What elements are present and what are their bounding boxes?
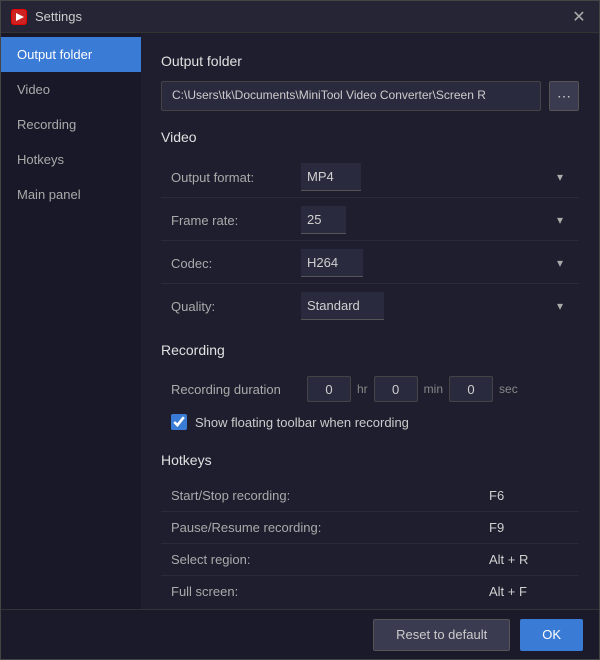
frame-rate-row: Frame rate: 1520253060 <box>161 200 579 241</box>
duration-hr-input[interactable] <box>307 376 351 402</box>
video-section-title: Video <box>161 129 579 145</box>
reset-to-default-button[interactable]: Reset to default <box>373 619 510 651</box>
hotkey-full-screen-label: Full screen: <box>171 584 489 599</box>
output-folder-title: Output folder <box>161 53 579 69</box>
recording-section: Recording Recording duration hr min sec … <box>161 342 579 436</box>
quality-label: Quality: <box>171 299 301 314</box>
hr-unit: hr <box>357 382 368 396</box>
main-content: Output folder C:\Users\tk\Documents\Mini… <box>141 33 599 609</box>
frame-rate-select-wrapper: 1520253060 <box>301 206 569 234</box>
hotkey-select-region: Select region: Alt + R <box>161 544 579 576</box>
footer: Reset to default OK <box>1 609 599 659</box>
title-bar: Settings ✕ <box>1 1 599 33</box>
frame-rate-label: Frame rate: <box>171 213 301 228</box>
sidebar-item-main-panel[interactable]: Main panel <box>1 177 141 212</box>
floating-toolbar-label: Show floating toolbar when recording <box>195 415 409 430</box>
duration-label: Recording duration <box>171 382 301 397</box>
frame-rate-select[interactable]: 1520253060 <box>301 206 346 234</box>
output-folder-row: C:\Users\tk\Documents\MiniTool Video Con… <box>161 81 579 111</box>
sidebar-item-recording[interactable]: Recording <box>1 107 141 142</box>
hotkeys-section-title: Hotkeys <box>161 452 579 468</box>
quality-row: Quality: LowStandardHigh <box>161 286 579 326</box>
hotkey-start-stop-value: F6 <box>489 488 569 503</box>
quality-select-wrapper: LowStandardHigh <box>301 292 569 320</box>
sidebar: Output folder Video Recording Hotkeys Ma… <box>1 33 141 609</box>
content-area: Output folder Video Recording Hotkeys Ma… <box>1 33 599 609</box>
min-unit: min <box>424 382 443 396</box>
close-button[interactable]: ✕ <box>569 7 589 27</box>
hotkeys-section: Hotkeys Start/Stop recording: F6 Pause/R… <box>161 452 579 607</box>
floating-toolbar-checkbox[interactable] <box>171 414 187 430</box>
hotkey-full-screen: Full screen: Alt + F <box>161 576 579 607</box>
codec-label: Codec: <box>171 256 301 271</box>
folder-path-display: C:\Users\tk\Documents\MiniTool Video Con… <box>161 81 541 111</box>
ok-button[interactable]: OK <box>520 619 583 651</box>
video-section: Video Output format: MP4AVIMKVMOV Frame … <box>161 129 579 326</box>
codec-row: Codec: H264H265VP8VP9 <box>161 243 579 284</box>
hotkey-select-region-label: Select region: <box>171 552 489 567</box>
duration-min-input[interactable] <box>374 376 418 402</box>
settings-window: Settings ✕ Output folder Video Recording… <box>0 0 600 660</box>
hotkey-select-region-value: Alt + R <box>489 552 569 567</box>
quality-select[interactable]: LowStandardHigh <box>301 292 384 320</box>
output-format-select-wrapper: MP4AVIMKVMOV <box>301 163 569 191</box>
sidebar-item-output-folder[interactable]: Output folder <box>1 37 141 72</box>
floating-toolbar-row: Show floating toolbar when recording <box>161 408 579 436</box>
sec-unit: sec <box>499 382 518 396</box>
output-format-row: Output format: MP4AVIMKVMOV <box>161 157 579 198</box>
duration-sec-input[interactable] <box>449 376 493 402</box>
duration-row: Recording duration hr min sec <box>161 370 579 408</box>
folder-browse-button[interactable]: ⋯ <box>549 81 579 111</box>
hotkey-pause-resume-value: F9 <box>489 520 569 535</box>
hotkey-pause-resume-label: Pause/Resume recording: <box>171 520 489 535</box>
codec-select[interactable]: H264H265VP8VP9 <box>301 249 363 277</box>
codec-select-wrapper: H264H265VP8VP9 <box>301 249 569 277</box>
output-format-select[interactable]: MP4AVIMKVMOV <box>301 163 361 191</box>
sidebar-item-hotkeys[interactable]: Hotkeys <box>1 142 141 177</box>
recording-section-title: Recording <box>161 342 579 358</box>
hotkey-pause-resume: Pause/Resume recording: F9 <box>161 512 579 544</box>
hotkey-start-stop: Start/Stop recording: F6 <box>161 480 579 512</box>
window-title: Settings <box>35 9 569 24</box>
app-icon <box>11 9 27 25</box>
hotkey-full-screen-value: Alt + F <box>489 584 569 599</box>
hotkey-start-stop-label: Start/Stop recording: <box>171 488 489 503</box>
sidebar-item-video[interactable]: Video <box>1 72 141 107</box>
output-format-label: Output format: <box>171 170 301 185</box>
